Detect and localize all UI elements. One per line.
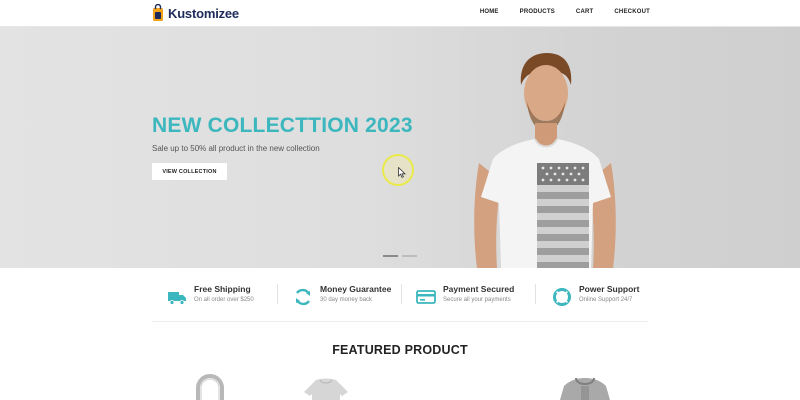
hero-banner: NEW COLLECTTION 2023 Sale up to 50% all … [0, 27, 800, 268]
shopping-bag-logo-icon [153, 4, 163, 21]
nav-products[interactable]: PRODUCTS [520, 9, 555, 15]
slider-dot-1[interactable] [383, 255, 398, 257]
divider [401, 284, 402, 304]
lifebuoy-icon [553, 288, 571, 306]
mouse-cursor-icon [398, 167, 406, 178]
feature-title: Payment Secured [443, 284, 515, 294]
logo-text: Kustomizee [168, 5, 239, 21]
feature-title: Free Shipping [194, 284, 251, 294]
feature-subtitle: Secure all your payments [443, 297, 511, 303]
feature-money-guarantee: Money Guarantee 30 day money back [293, 284, 391, 308]
main-nav: HOME PRODUCTS CART CHECKOUT [480, 0, 650, 24]
hero-title: NEW COLLECTTION 2023 [152, 114, 413, 137]
divider [535, 284, 536, 304]
product-card-hoodie[interactable] [550, 372, 620, 400]
model-photo [474, 53, 616, 268]
feature-subtitle: 30 day money back [320, 297, 373, 303]
product-card-tshirt[interactable] [296, 372, 356, 400]
hero-subtitle: Sale up to 50% all product in the new co… [152, 144, 320, 153]
featured-product-heading: FEATURED PRODUCT [332, 343, 468, 357]
slider-dots [383, 255, 417, 257]
credit-card-icon [416, 290, 436, 304]
feature-subtitle: Online Support 24/7 [579, 297, 633, 303]
refresh-icon [295, 288, 311, 306]
nav-home[interactable]: HOME [480, 9, 499, 15]
divider [277, 284, 278, 304]
view-collection-button[interactable]: VIEW COLLECTION [152, 163, 227, 180]
slider-dot-2[interactable] [402, 255, 417, 257]
product-card-headphones[interactable] [190, 372, 230, 400]
feature-subtitle: On all order over $250 [194, 297, 254, 303]
nav-cart[interactable]: CART [576, 9, 593, 15]
features-strip: Free Shipping On all order over $250 Mon… [152, 280, 648, 322]
feature-title: Power Support [579, 284, 640, 294]
truck-icon [168, 292, 186, 305]
site-header: Kustomizee HOME PRODUCTS CART CHECKOUT [0, 0, 800, 27]
feature-power-support: Power Support Online Support 24/7 [552, 284, 639, 308]
feature-free-shipping: Free Shipping On all order over $250 [167, 284, 254, 308]
logo[interactable]: Kustomizee [152, 3, 239, 23]
nav-checkout[interactable]: CHECKOUT [614, 9, 650, 15]
feature-payment-secured: Payment Secured Secure all your payments [416, 284, 514, 308]
feature-title: Money Guarantee [320, 284, 392, 294]
